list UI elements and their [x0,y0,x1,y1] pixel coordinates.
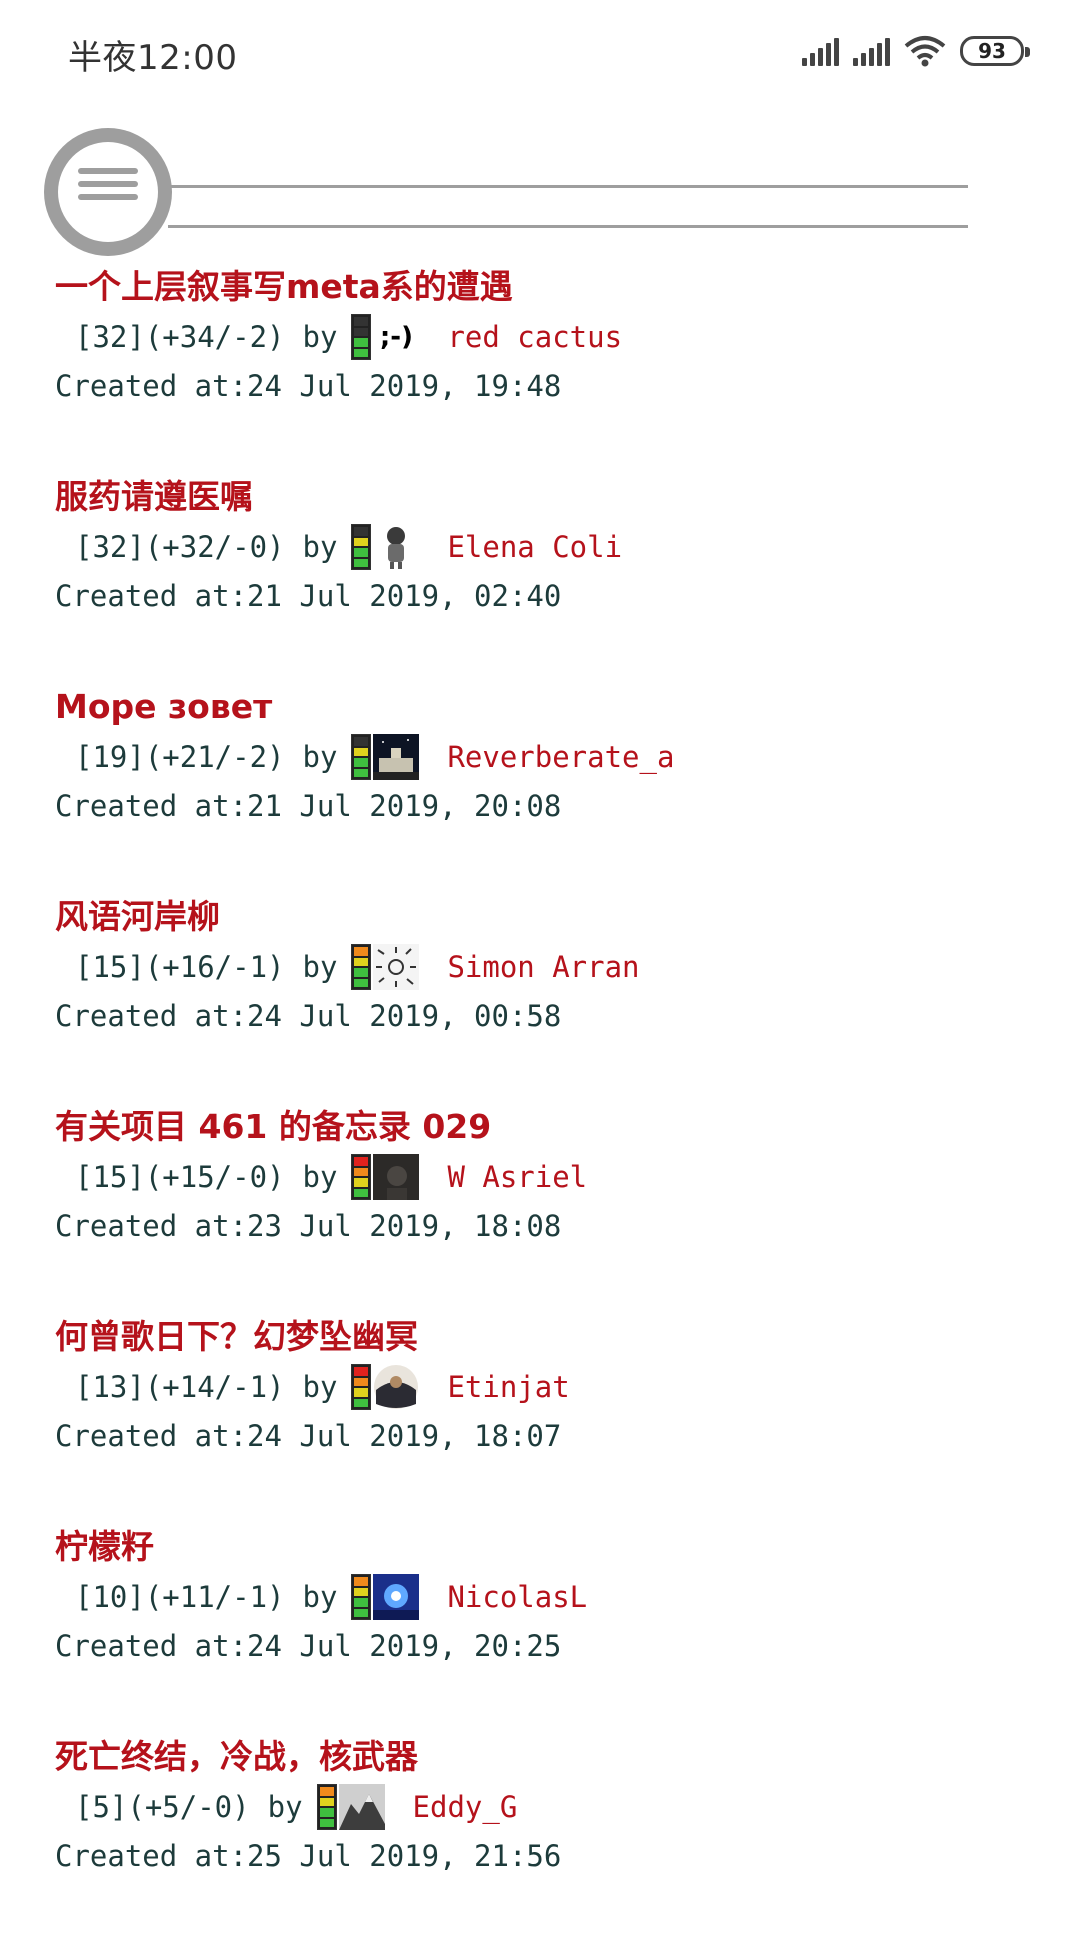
by-label: by [302,1160,338,1194]
article-title-link[interactable]: 一个上层叙事写meta系的遭遇 [55,262,1035,312]
list-item: 何曾歌日下？幻梦坠幽冥 [13](+14/-1) by Etinjat Crea… [55,1312,1035,1522]
article-title-link[interactable]: Море зовет [55,682,1035,732]
article-meta: [32](+34/-2) by ;-) red cactus [55,312,1035,362]
article-title-link[interactable]: 死亡终结，冷战，核武器 [55,1732,1035,1782]
list-item: 有关项目 461 的备忘录 029 [15](+15/-0) by W Asri… [55,1102,1035,1312]
author-link[interactable]: Eddy_G [413,1782,518,1832]
list-item: 服药请遵医嘱 [32](+32/-0) by Elena Coli Create… [55,472,1035,682]
created-at: Created at:24 Jul 2019, 19:48 [55,369,562,403]
rating-bar-icon [351,1154,372,1200]
article-title-link[interactable]: 有关项目 461 的备忘录 029 [55,1102,1035,1152]
created-at: Created at:23 Jul 2019, 18:08 [55,1209,562,1243]
author-link[interactable]: red cactus [447,312,622,362]
article-meta: [10](+11/-1) by NicolasL [55,1572,1035,1622]
author-link[interactable]: Reverberate_a [447,732,674,782]
status-bar: 半夜12:00 93 [0,0,1080,104]
wifi-icon [904,34,946,68]
author-link[interactable]: Simon Arran [447,942,639,992]
status-time: 半夜12:00 [68,38,238,78]
rating-bar-icon [351,1364,372,1410]
by-label: by [302,740,338,774]
article-title-link[interactable]: 服药请遵医嘱 [55,472,1035,522]
article-meta: [19](+21/-2) by Reverberate_a [55,732,1035,782]
created-at: Created at:24 Jul 2019, 18:07 [55,1419,562,1453]
vote-stats: [5](+5/-0) [75,1790,250,1824]
signal-icon [853,36,890,66]
article-title-link[interactable]: 何曾歌日下？幻梦坠幽冥 [55,1312,1035,1362]
by-label: by [302,950,338,984]
signal-icon [802,36,839,66]
avatar[interactable] [373,524,419,570]
author-link[interactable]: NicolasL [447,1572,587,1622]
avatar-text: ;-) [379,322,413,352]
created-at: Created at:21 Jul 2019, 02:40 [55,579,562,613]
created-at: Created at:25 Jul 2019, 21:56 [55,1839,562,1873]
by-label: by [302,530,338,564]
list-item: 风语河岸柳 [15](+16/-1) by Simon Arran Create… [55,892,1035,1102]
status-icons: 93 [802,30,1030,72]
menu-icon [78,168,138,207]
vote-stats: [15](+15/-0) [75,1160,285,1194]
avatar[interactable] [373,1574,420,1620]
article-meta: [13](+14/-1) by Etinjat [55,1362,1035,1412]
vote-stats: [13](+14/-1) [75,1370,285,1404]
article-title-link[interactable]: 风语河岸柳 [55,892,1035,942]
list-item: 一个上层叙事写meta系的遭遇 [32](+34/-2) by ;-) red … [55,262,1035,472]
avatar[interactable] [373,944,420,990]
vote-stats: [19](+21/-2) [75,740,285,774]
article-title-link[interactable]: 柠檬籽 [55,1522,1035,1572]
article-meta: [15](+16/-1) by Simon Arran [55,942,1035,992]
list-item: 柠檬籽 [10](+11/-1) by NicolasL Created at:… [55,1522,1035,1732]
author-link[interactable]: Elena Coli [447,522,622,572]
avatar[interactable] [373,1154,420,1200]
battery-level: 93 [978,39,1006,63]
by-label: by [267,1790,303,1824]
article-list: 一个上层叙事写meta系的遭遇 [32](+34/-2) by ;-) red … [55,262,1035,1942]
rating-bar-icon [351,1574,372,1620]
avatar[interactable] [373,1364,419,1410]
by-label: by [302,1580,338,1614]
author-link[interactable]: Etinjat [447,1362,569,1412]
avatar[interactable] [338,1784,385,1830]
article-meta: [15](+15/-0) by W Asriel [55,1152,1035,1202]
by-label: by [302,320,338,354]
created-at: Created at:24 Jul 2019, 20:25 [55,1629,562,1663]
vote-stats: [10](+11/-1) [75,1580,285,1614]
header-divider [168,185,968,188]
rating-bar-icon [316,1784,337,1830]
rating-bar-icon [351,944,372,990]
rating-bar-icon [351,734,372,780]
article-meta: [32](+32/-0) by Elena Coli [55,522,1035,572]
author-link[interactable]: W Asriel [447,1152,587,1202]
header-divider [168,225,968,228]
article-meta: [5](+5/-0) by Eddy_G [55,1782,1035,1832]
vote-stats: [32](+32/-0) [75,530,285,564]
battery-icon: 93 [960,36,1030,66]
created-at: Created at:21 Jul 2019, 20:08 [55,789,562,823]
rating-bar-icon [351,524,372,570]
menu-button[interactable] [44,128,172,256]
created-at: Created at:24 Jul 2019, 00:58 [55,999,562,1033]
list-item: Море зовет [19](+21/-2) by Reverberate_a… [55,682,1035,892]
vote-stats: [32](+34/-2) [75,320,285,354]
list-item: 死亡终结，冷战，核武器 [5](+5/-0) by Eddy_G Created… [55,1732,1035,1942]
rating-bar-icon [351,314,372,360]
avatar[interactable]: ;-) [373,314,419,360]
by-label: by [302,1370,338,1404]
avatar[interactable] [373,734,420,780]
vote-stats: [15](+16/-1) [75,950,285,984]
